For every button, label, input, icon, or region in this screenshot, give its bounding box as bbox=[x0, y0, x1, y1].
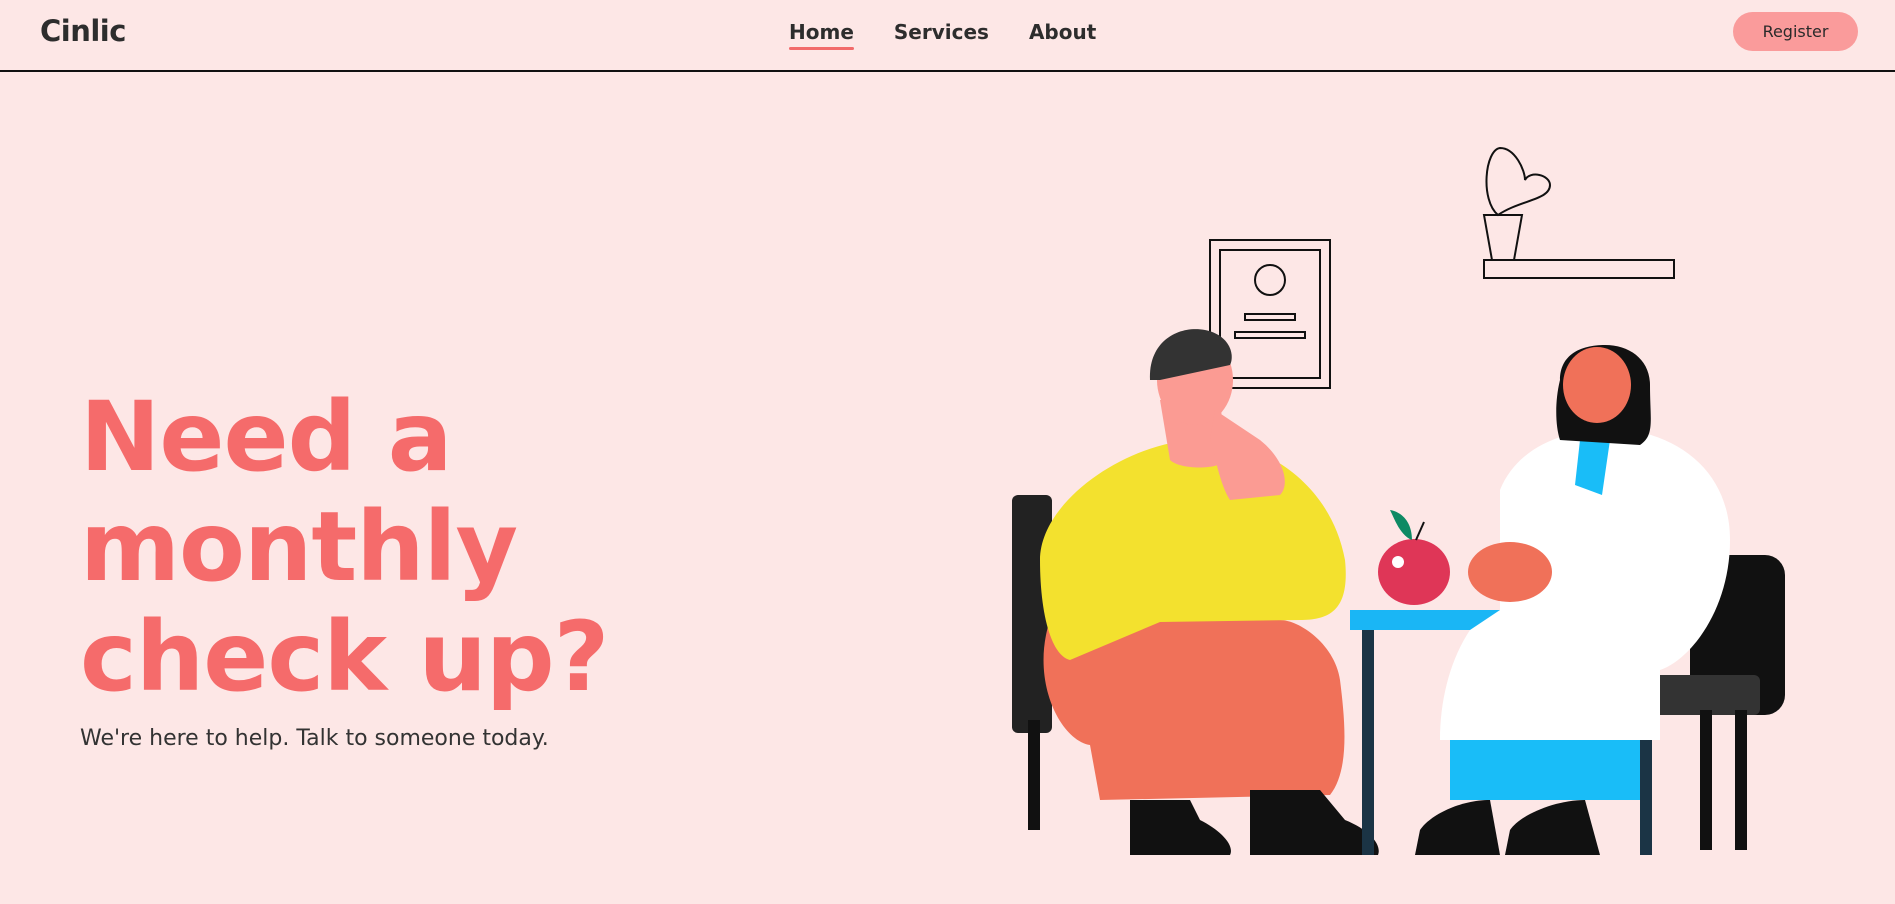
navbar: Cinlic Home Services About Register bbox=[0, 0, 1895, 72]
nav-link-services[interactable]: Services bbox=[894, 20, 989, 44]
doctor-consultation-illustration bbox=[1012, 146, 1785, 855]
plant-icon bbox=[1482, 146, 1675, 279]
hero-title: Need a monthly check up? bbox=[80, 382, 640, 712]
apple-icon bbox=[1378, 510, 1450, 605]
brand-logo[interactable]: Cinlic bbox=[40, 14, 126, 48]
hero-title-line: Need a bbox=[80, 381, 452, 493]
hero-subtitle: We're here to help. Talk to someone toda… bbox=[80, 726, 549, 751]
nav-link-home[interactable]: Home bbox=[789, 20, 854, 50]
main-nav: Home Services About bbox=[789, 20, 1096, 50]
nav-link-about[interactable]: About bbox=[1029, 20, 1096, 44]
hero-title-line: monthly bbox=[80, 491, 518, 603]
hero-title-line: check up? bbox=[80, 601, 609, 713]
register-button[interactable]: Register bbox=[1733, 12, 1858, 51]
